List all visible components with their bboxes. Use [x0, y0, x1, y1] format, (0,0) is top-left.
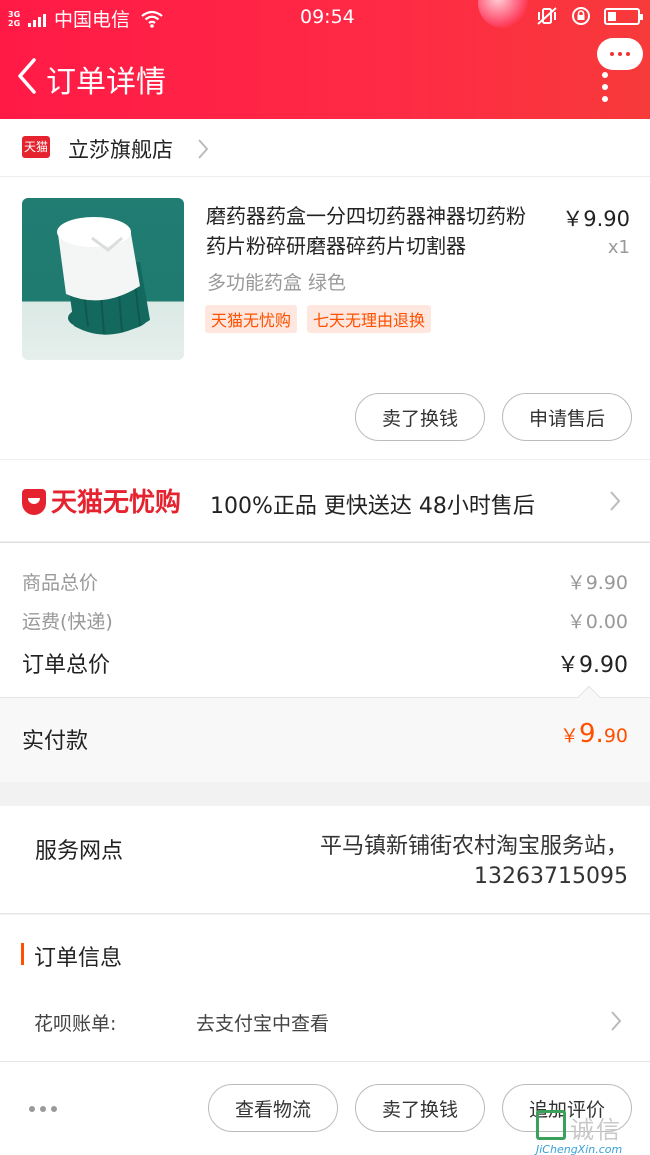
- amount-paid-value: ￥9.90: [560, 719, 628, 749]
- watermark-text: 诚信: [570, 1116, 622, 1144]
- product-quantity: x1: [607, 237, 630, 258]
- bottom-action-bar: 查看物流 卖了换钱 追加评价: [0, 1062, 650, 1155]
- status-right: [536, 6, 643, 26]
- paid-currency: ￥: [559, 725, 579, 747]
- tag-worry-free: 天猫无忧购: [205, 305, 298, 333]
- paid-integer: 9.: [579, 719, 604, 749]
- shield-icon: [22, 489, 46, 515]
- kebab-icon[interactable]: [602, 72, 608, 102]
- order-total-value: ￥9.90: [557, 653, 628, 678]
- worry-free-banner[interactable]: 天猫无忧购 100%正品 更快送达 48小时售后: [0, 459, 650, 541]
- battery-icon: [604, 7, 643, 25]
- shipping-label: 运费(快递): [22, 611, 113, 633]
- amount-paid-label: 实付款: [22, 729, 89, 754]
- store-name[interactable]: 立莎旗舰店: [68, 134, 173, 164]
- price-breakdown: 商品总价 ￥9.90 运费(快递) ￥0.00 订单总价 ￥9.90: [0, 542, 650, 697]
- huabei-bill-link[interactable]: 去支付宝中查看: [196, 1009, 329, 1036]
- promo-brand: 天猫无忧购: [51, 488, 182, 518]
- service-point-label: 服务网点: [35, 839, 124, 864]
- vibrate-icon: [537, 7, 557, 25]
- view-logistics-button[interactable]: 查看物流: [208, 1084, 338, 1132]
- huabei-bill-label: 花呗账单:: [34, 1013, 117, 1035]
- carrier-name: 中国电信: [54, 9, 131, 31]
- promo-text: 100%正品 更快送达 48小时售后: [210, 494, 535, 519]
- shipping-value: ￥0.00: [566, 611, 628, 633]
- tmall-logo-icon: 天猫: [22, 136, 50, 158]
- back-icon[interactable]: [12, 56, 46, 96]
- page-title: 订单详情: [46, 65, 166, 100]
- order-info-section: 订单信息 花呗账单: 去支付宝中查看: [0, 915, 650, 1062]
- chevron-right-icon: [610, 491, 621, 511]
- product-price: ￥9.90: [562, 207, 630, 231]
- goods-total-value: ￥9.90: [566, 572, 628, 594]
- section-accent-bar: [21, 943, 24, 965]
- service-point-text: 平马镇新铺街农村淘宝服务站，13263715095: [319, 834, 628, 889]
- order-total-label: 订单总价: [22, 653, 111, 678]
- status-left: 3G 2G 中国电信: [8, 5, 164, 32]
- product-tags: 天猫无忧购 七天无理由退换: [205, 305, 432, 333]
- sell-for-cash-button[interactable]: 卖了换钱: [355, 393, 485, 441]
- service-point-section: 服务网点 平马镇新铺街农村淘宝服务站，13263715095: [0, 806, 650, 914]
- paid-decimal: 90: [603, 725, 628, 747]
- wifi-icon: [141, 10, 163, 28]
- product-image[interactable]: [22, 198, 184, 360]
- after-sale-button[interactable]: 申请售后: [502, 393, 632, 441]
- watermark-sub: JiChengXin.com: [536, 1143, 623, 1155]
- chevron-right-icon[interactable]: [609, 1010, 623, 1032]
- sell-for-cash-button[interactable]: 卖了换钱: [355, 1084, 485, 1132]
- product-title[interactable]: 磨药器药盒一分四切药器神器切药粉药片粉碎研磨器碎药片切割器: [206, 201, 542, 261]
- product-spec: 多功能药盒 绿色: [207, 272, 347, 294]
- more-menu-button[interactable]: [597, 38, 643, 70]
- order-info-title: 订单信息: [34, 946, 123, 971]
- goods-total-label: 商品总价: [22, 572, 99, 594]
- order-item-card: 天猫 立莎旗舰店 磨药器药盒一分四切药器神器切药粉药片粉碎研磨器碎药片切割器 ￥…: [0, 119, 650, 541]
- signal-icon: [28, 11, 46, 27]
- rotation-lock-icon: [572, 7, 590, 25]
- clock: 09:54: [300, 6, 355, 28]
- amount-paid-row: 实付款 ￥9.90: [0, 685, 650, 782]
- network-type: 3G 2G: [8, 9, 21, 28]
- chevron-right-icon: [198, 139, 209, 159]
- tag-seven-day-return: 七天无理由退换: [307, 305, 432, 333]
- pill-box-icon: [57, 217, 150, 335]
- watermark-logo: [536, 1110, 566, 1140]
- more-icon[interactable]: [29, 1106, 57, 1112]
- status-bar: 3G 2G 中国电信 09:54: [0, 0, 650, 34]
- app-header: 3G 2G 中国电信 09:54 订单详情: [0, 0, 650, 119]
- store-row[interactable]: 天猫 立莎旗舰店: [0, 119, 650, 177]
